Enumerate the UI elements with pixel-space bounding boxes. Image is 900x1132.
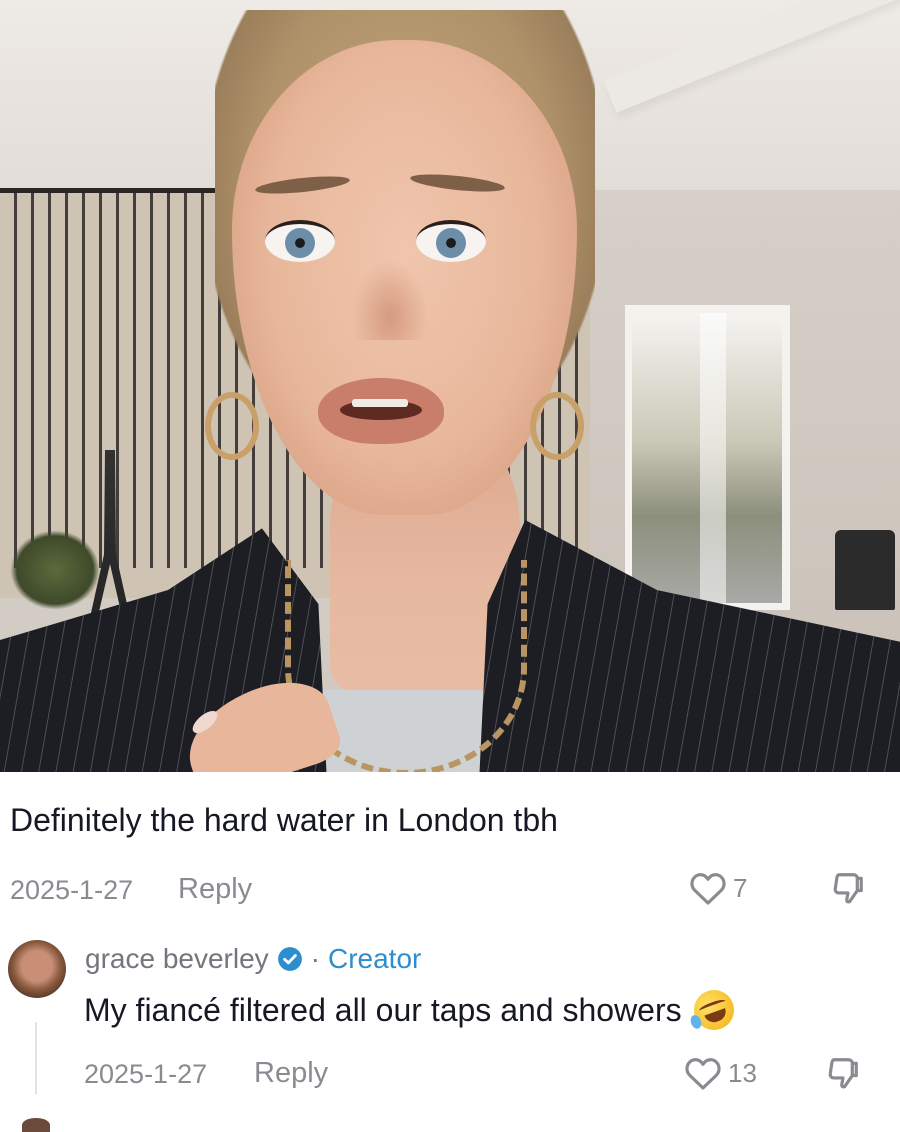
left-eye <box>265 220 335 262</box>
video-frame[interactable] <box>0 0 900 772</box>
heart-outline-icon <box>685 1058 721 1090</box>
comment-like-button[interactable]: 7 <box>689 870 747 906</box>
thumbs-down-outline-icon[interactable] <box>828 870 866 908</box>
reply-date: 2025-1-27 <box>84 1059 208 1089</box>
left-earring <box>205 392 259 460</box>
right-earring <box>530 392 584 460</box>
separator-dot: · <box>310 943 320 974</box>
comment-reply-button[interactable]: Reply <box>178 873 252 906</box>
creator-badge: Creator <box>327 943 422 974</box>
thumbs-down-outline-icon[interactable] <box>823 1055 861 1093</box>
plant <box>10 530 100 610</box>
reply-username[interactable]: grace beverley <box>85 943 269 975</box>
comment-date: 2025-1-27 <box>10 875 134 905</box>
reply-like-button[interactable]: 13 <box>684 1055 757 1091</box>
verified-badge-icon <box>277 947 302 971</box>
reply-like-count: 13 <box>728 1057 757 1088</box>
reply-reply-button[interactable]: Reply <box>254 1057 328 1090</box>
reply-text-row: My fiancé filtered all our taps and show… <box>84 984 740 1036</box>
chair <box>835 530 895 610</box>
reply-author-row: grace beverley · Creator <box>85 943 421 975</box>
next-comment-avatar[interactable] <box>22 1118 50 1132</box>
comment-text: Definitely the hard water in London tbh <box>10 802 558 838</box>
window-divider <box>700 313 726 603</box>
reply-thread-line <box>35 1022 37 1094</box>
comment-like-count: 7 <box>733 872 748 903</box>
reply-text: My fiancé filtered all our taps and show… <box>84 991 682 1028</box>
rolling-on-floor-laughing-emoji <box>687 984 740 1036</box>
creator-avatar[interactable] <box>8 940 66 998</box>
heart-outline-icon <box>690 873 726 905</box>
nose <box>345 250 435 340</box>
teeth <box>352 399 408 407</box>
